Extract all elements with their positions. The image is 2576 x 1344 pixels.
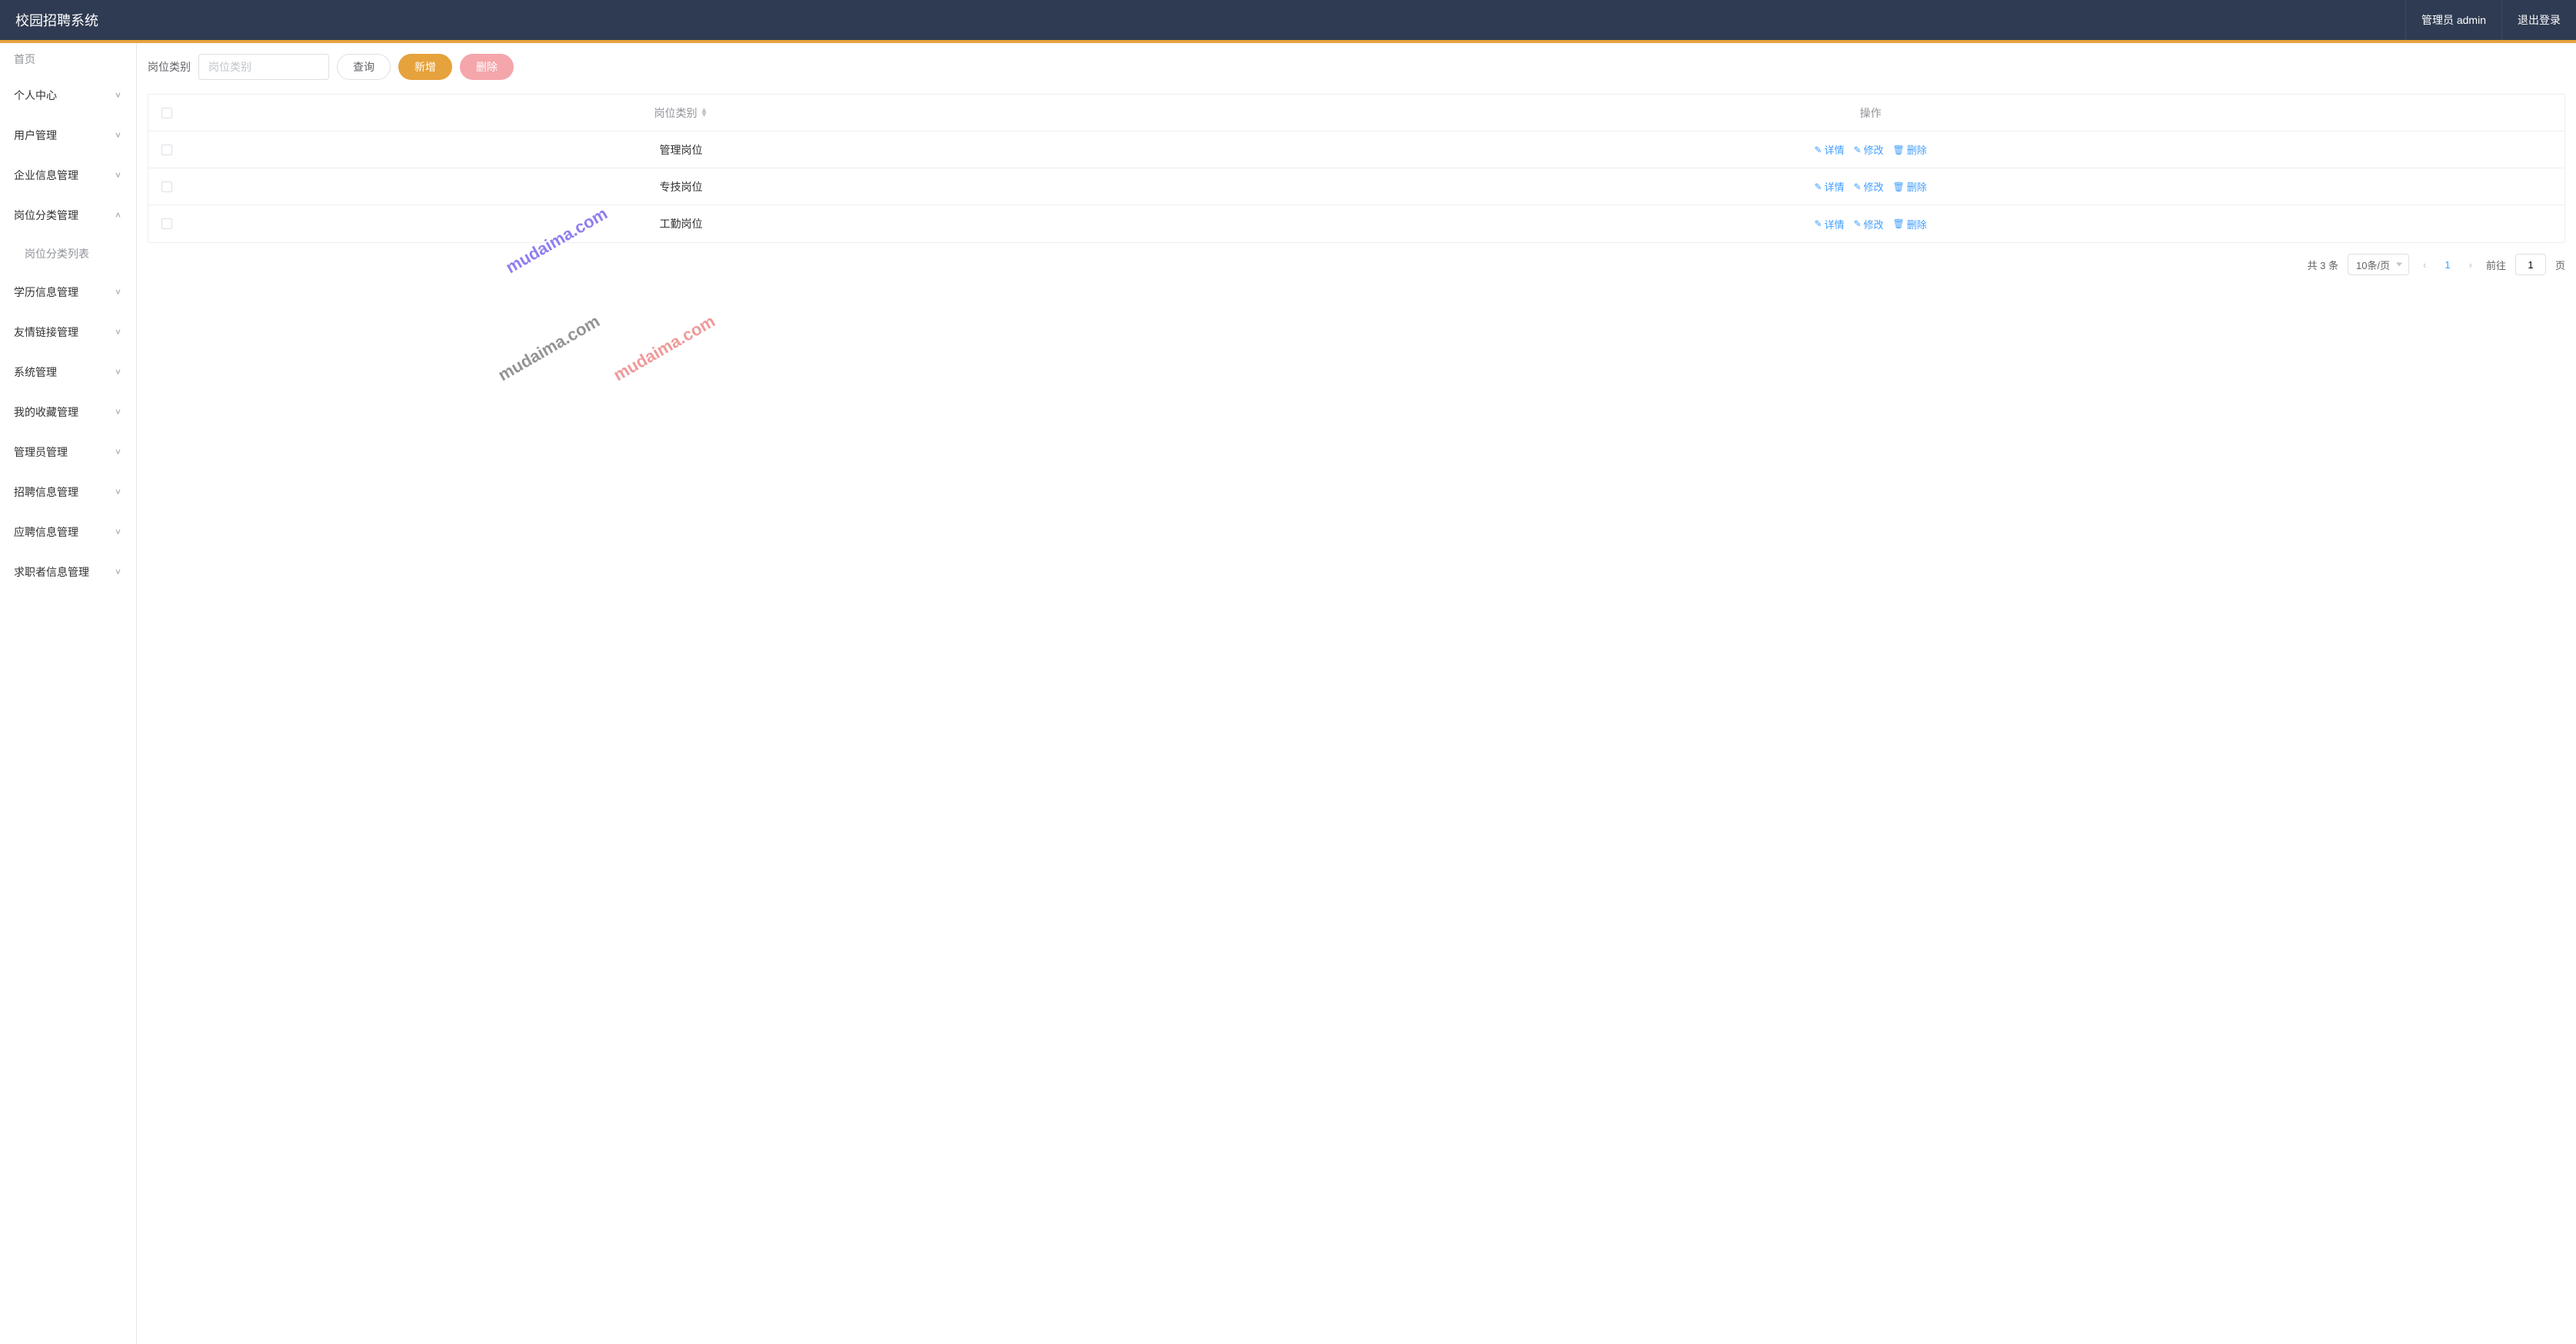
chevron-down-icon: ˅ [115,487,121,497]
delete-icon: 🗑 [1893,145,1905,155]
sidebar-item[interactable]: 个人中心 ˅ [0,75,136,115]
select-all-checkbox[interactable] [161,108,172,118]
chevron-down-icon: ˅ [115,327,121,338]
edit-link[interactable]: ✎修改 [1853,179,1883,194]
sidebar-item-label: 招聘信息管理 [14,484,78,500]
filter-label: 岗位类别 [148,59,191,75]
logout-button[interactable]: 退出登录 [2501,0,2576,40]
row-delete-link[interactable]: 🗑删除 [1893,179,1927,194]
chevron-down-icon: ˅ [115,567,121,577]
chevron-down-icon: ˅ [115,447,121,457]
edit-icon: ✎ [1853,218,1861,229]
sidebar-subitem[interactable]: 岗位分类列表 [0,235,136,272]
delete-button[interactable]: 删除 [460,54,514,80]
chevron-down-icon: ˅ [115,527,121,537]
goto-label: 前往 [2486,258,2506,272]
sidebar-item-label: 应聘信息管理 [14,524,78,540]
row-checkbox[interactable] [161,181,172,192]
sidebar-item[interactable]: 招聘信息管理 ˅ [0,472,136,512]
sidebar-item-label: 企业信息管理 [14,168,78,183]
chevron-up-icon: ˄ [115,210,121,221]
sidebar-item[interactable]: 求职者信息管理 ˅ [0,552,136,592]
sidebar-item[interactable]: 我的收藏管理 ˅ [0,392,136,432]
add-button[interactable]: 新增 [398,54,452,80]
filter-bar: 岗位类别 查询 新增 删除 [148,54,2565,80]
edit-icon: ✎ [1853,145,1861,155]
sidebar-item-label: 我的收藏管理 [14,404,78,420]
app-title: 校园招聘系统 [0,10,98,30]
delete-icon: 🗑 [1893,181,1905,192]
sidebar-item-label: 学历信息管理 [14,284,78,300]
row-delete-link[interactable]: 🗑删除 [1893,142,1927,157]
category-input[interactable] [198,54,329,80]
header-category[interactable]: 岗位类别 ▲▼ [185,105,1177,121]
sidebar-item[interactable]: 友情链接管理 ˅ [0,312,136,352]
table-row: 专技岗位 ✎详情 ✎修改 🗑删除 [148,168,2564,205]
data-table: 岗位类别 ▲▼ 操作 管理岗位✎详情✎修改🗑删除专技岗位✎详情✎修改🗑删除工勤岗… [148,94,2565,243]
next-page-icon[interactable]: › [2465,259,2477,271]
detail-icon: ✎ [1814,145,1822,155]
user-info[interactable]: 管理员 admin [2405,0,2501,40]
chevron-down-icon: ˅ [115,367,121,378]
sidebar-item[interactable]: 用户管理 ˅ [0,115,136,155]
detail-link[interactable]: ✎详情 [1814,217,1844,231]
detail-link[interactable]: ✎详情 [1814,142,1844,157]
sidebar-item-label: 系统管理 [14,364,57,380]
sidebar-item[interactable]: 应聘信息管理 ˅ [0,512,136,552]
sidebar-item-label: 求职者信息管理 [14,564,89,580]
sidebar-item[interactable]: 企业信息管理 ˅ [0,155,136,195]
search-button[interactable]: 查询 [337,54,391,80]
sidebar-item-label: 用户管理 [14,128,57,143]
sidebar-item-label: 友情链接管理 [14,324,78,340]
sidebar-item[interactable]: 学历信息管理 ˅ [0,272,136,312]
header-right: 管理员 admin 退出登录 [2405,0,2576,40]
prev-page-icon[interactable]: ‹ [2418,259,2431,271]
sidebar-item[interactable]: 管理员管理 ˅ [0,432,136,472]
cell-actions: ✎详情 ✎修改 🗑删除 [1177,179,2564,194]
table-header-row: 岗位类别 ▲▼ 操作 [148,95,2564,131]
page-number[interactable]: 1 [2440,259,2455,271]
app-header: 校园招聘系统 管理员 admin 退出登录 [0,0,2576,40]
sort-icon[interactable]: ▲▼ [701,108,708,118]
header-actions: 操作 [1177,105,2564,121]
detail-icon: ✎ [1814,218,1822,229]
cell-category: 管理岗位 [185,142,1177,158]
table-row: 工勤岗位 ✎详情 ✎修改 🗑删除 [148,205,2564,242]
detail-link[interactable]: ✎详情 [1814,179,1844,194]
page-size-select[interactable]: 10条/页 [2348,254,2409,275]
header-checkbox-cell [148,108,185,118]
chevron-down-icon: ˅ [115,407,121,418]
row-delete-link[interactable]: 🗑删除 [1893,217,1927,231]
row-checkbox[interactable] [161,218,172,229]
chevron-down-icon: ˅ [115,170,121,181]
sidebar-item[interactable]: 系统管理 ˅ [0,352,136,392]
sidebar: 首页 个人中心 ˅ 用户管理 ˅ 企业信息管理 ˅ 岗位分类管理 ˄ 岗位分类列表学历信息管理 ˅… [0,43,137,1344]
edit-link[interactable]: ✎修改 [1853,142,1883,157]
row-checkbox[interactable] [161,145,172,155]
sidebar-home[interactable]: 首页 [0,43,136,75]
edit-link[interactable]: ✎修改 [1853,217,1883,231]
delete-icon: 🗑 [1893,218,1905,229]
cell-category: 专技岗位 [185,179,1177,195]
cell-actions: ✎详情 ✎修改 🗑删除 [1177,217,2564,231]
detail-icon: ✎ [1814,181,1822,192]
chevron-down-icon: ˅ [115,130,121,141]
main-content: 岗位类别 查询 新增 删除 岗位类别 ▲▼ 操作 管理岗位✎详情✎修改🗑删除专技… [137,43,2576,1344]
table-row: 管理岗位 ✎详情 ✎修改 🗑删除 [148,131,2564,168]
goto-input[interactable] [2515,254,2546,275]
sidebar-item-label: 个人中心 [14,88,57,103]
cell-category: 工勤岗位 [185,216,1177,231]
pagination: 共 3 条 10条/页 ‹ 1 › 前往 页 [148,254,2565,275]
cell-actions: ✎详情 ✎修改 🗑删除 [1177,142,2564,157]
chevron-down-icon: ˅ [115,287,121,298]
sidebar-item-label: 管理员管理 [14,444,68,460]
edit-icon: ✎ [1853,181,1861,192]
page-suffix: 页 [2555,258,2565,272]
sidebar-item[interactable]: 岗位分类管理 ˄ [0,195,136,235]
chevron-down-icon: ˅ [115,90,121,101]
sidebar-item-label: 岗位分类管理 [14,208,78,223]
pagination-total: 共 3 条 [2308,258,2338,272]
